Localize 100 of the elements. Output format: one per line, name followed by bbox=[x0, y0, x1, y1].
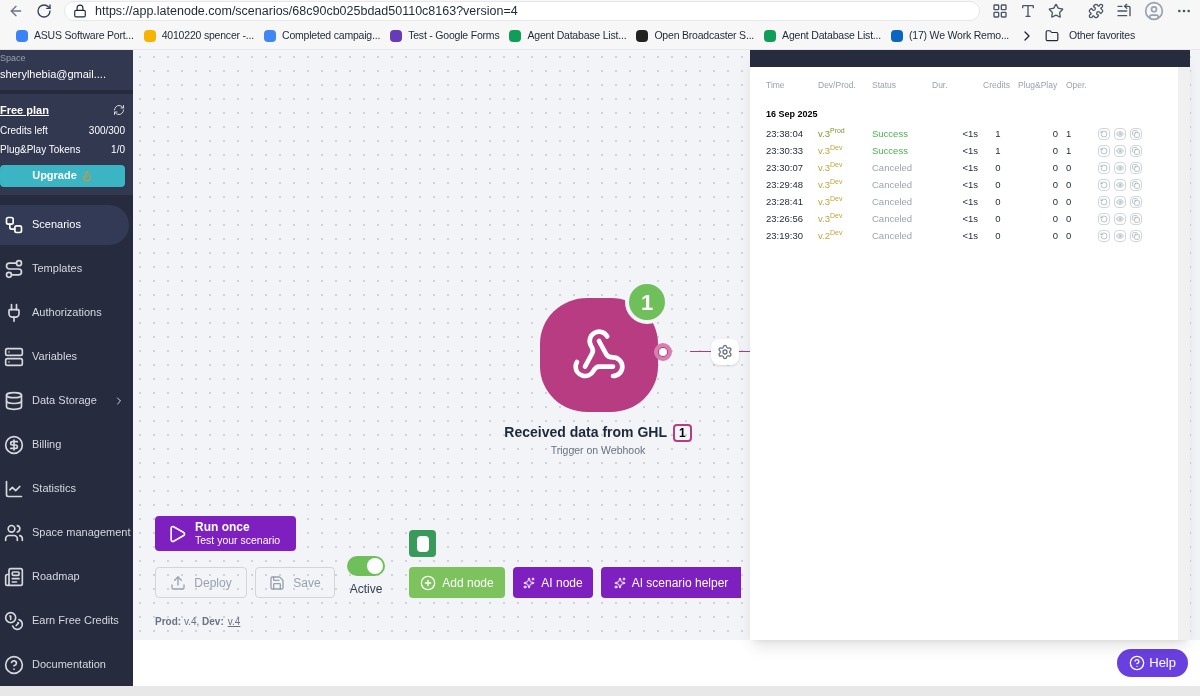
status-cell-text: Canceled bbox=[872, 160, 914, 175]
roadmap-icon bbox=[4, 566, 24, 587]
other-favorites[interactable]: Other favorites bbox=[1069, 27, 1135, 44]
ai-node-button[interactable]: AI node bbox=[513, 567, 593, 598]
version-cell-text: v.3$^{Prod}$ bbox=[818, 126, 846, 141]
operations-cell-text: 0 bbox=[1066, 177, 1073, 192]
sparkle-icon bbox=[613, 576, 626, 589]
extensions-icon[interactable] bbox=[1088, 3, 1104, 19]
dev-version-link[interactable]: v.4 bbox=[227, 614, 241, 629]
nav-item[interactable]: Statistics bbox=[0, 468, 129, 509]
bookmark[interactable]: Test - Google Forms bbox=[390, 27, 500, 44]
credits-cell-text: 0 bbox=[994, 160, 1002, 175]
copy-icon[interactable] bbox=[1130, 127, 1142, 140]
nav-item[interactable]: Scenarios bbox=[0, 204, 129, 245]
settings-button[interactable] bbox=[711, 339, 739, 365]
copy-icon[interactable] bbox=[1130, 178, 1142, 191]
play-icon bbox=[167, 523, 187, 544]
profile-icon[interactable] bbox=[1144, 1, 1164, 21]
status-cell-text: Canceled bbox=[872, 194, 914, 209]
plug-play-cell-text: 0 bbox=[1051, 194, 1059, 209]
plan-link[interactable]: Free plan bbox=[0, 102, 49, 119]
copy-icon[interactable] bbox=[1130, 229, 1142, 242]
plug-play-cell-text: 0 bbox=[1051, 177, 1059, 192]
nav-item[interactable]: Billing bbox=[0, 424, 129, 465]
view-icon[interactable] bbox=[1114, 161, 1126, 174]
folder-icon[interactable] bbox=[1045, 28, 1060, 43]
refresh-icon[interactable] bbox=[113, 104, 125, 117]
grid-icon[interactable] bbox=[992, 3, 1008, 19]
duration-cell-text: <1s bbox=[961, 143, 978, 158]
copy-icon[interactable] bbox=[1130, 195, 1142, 208]
nav-item[interactable]: Roadmap bbox=[0, 556, 129, 597]
storage-icon bbox=[4, 390, 24, 411]
back-icon[interactable] bbox=[8, 3, 24, 19]
version-info: Prod: v.4, Dev: bbox=[155, 615, 224, 629]
run-once-button[interactable]: Run once Test your scenario bbox=[155, 516, 296, 551]
credits-icon bbox=[4, 610, 24, 631]
gear-icon bbox=[717, 344, 733, 360]
view-icon[interactable] bbox=[1114, 127, 1126, 140]
bookmark[interactable]: Open Broadcaster S... bbox=[636, 27, 755, 44]
view-icon[interactable] bbox=[1114, 212, 1126, 225]
duration-cell-text: <1s bbox=[961, 194, 978, 209]
nav-label: Variables bbox=[32, 349, 78, 365]
nav-item[interactable]: Earn Free Credits bbox=[0, 600, 129, 641]
nav-item[interactable]: Data Storage bbox=[0, 380, 129, 421]
bookmark[interactable]: 4010220 spencer -... bbox=[143, 27, 254, 44]
duration-cell-text: <1s bbox=[961, 160, 978, 175]
view-icon[interactable] bbox=[1114, 229, 1126, 242]
nav-item[interactable]: Space management bbox=[0, 512, 129, 553]
bookmark[interactable]: Agent Database List... bbox=[764, 27, 881, 44]
templates-icon bbox=[4, 258, 24, 279]
nav-item[interactable]: Authorizations bbox=[0, 292, 129, 333]
copy-icon[interactable] bbox=[1130, 212, 1142, 225]
restart-icon[interactable] bbox=[1098, 195, 1110, 208]
refresh-icon[interactable] bbox=[36, 3, 52, 19]
bookmark[interactable]: Completed campaig... bbox=[264, 27, 381, 44]
operations-cell-text: 1 bbox=[1066, 126, 1073, 141]
restart-icon[interactable] bbox=[1098, 161, 1110, 174]
help-button[interactable]: Help bbox=[1117, 649, 1188, 677]
nav-label: Authorizations bbox=[32, 305, 102, 321]
output-port[interactable] bbox=[654, 343, 672, 361]
variables-icon bbox=[4, 346, 24, 367]
plus-icon bbox=[420, 574, 437, 591]
bookmark[interactable]: ASUS Software Port... bbox=[16, 27, 134, 44]
space-label: Space bbox=[0, 52, 27, 65]
view-icon[interactable] bbox=[1114, 195, 1126, 208]
address-bar[interactable]: https://app.latenode.com/scenarios/68c90cb025bdad50110c8163?version=4 bbox=[64, 1, 980, 21]
favorites-icon[interactable] bbox=[1116, 3, 1132, 19]
plug-play-cell-text: 0 bbox=[1051, 126, 1059, 141]
nav-item[interactable]: Variables bbox=[0, 336, 129, 377]
stat-label: Plug&Play Tokens bbox=[0, 142, 81, 157]
bookmark[interactable]: (17) We Work Remo... bbox=[891, 27, 1010, 44]
view-icon[interactable] bbox=[1114, 178, 1126, 191]
scrollbar[interactable] bbox=[1178, 67, 1190, 640]
ai-helper-button[interactable]: AI scenario helper bbox=[601, 567, 741, 598]
nav-item[interactable]: Documentation bbox=[0, 644, 129, 685]
operations-cell-text: 1 bbox=[1066, 143, 1073, 158]
active-toggle[interactable] bbox=[347, 555, 385, 576]
status-cell-text: Canceled bbox=[872, 211, 914, 226]
restart-icon[interactable] bbox=[1098, 144, 1110, 157]
credits-cell-text: 0 bbox=[994, 211, 1002, 226]
save-icon bbox=[269, 574, 286, 591]
stat-label: Credits left bbox=[0, 123, 48, 138]
nav-label: Earn Free Credits bbox=[32, 613, 119, 629]
restart-icon[interactable] bbox=[1098, 178, 1110, 191]
star-icon[interactable] bbox=[1048, 3, 1064, 19]
view-icon[interactable] bbox=[1114, 144, 1126, 157]
operations-cell-text: 0 bbox=[1066, 228, 1073, 243]
bookmark[interactable]: Agent Database List... bbox=[509, 27, 627, 44]
version-cell-text: v.3$^{Dev}$ bbox=[818, 194, 844, 209]
stat-value: 1/0 bbox=[111, 142, 125, 157]
restart-icon[interactable] bbox=[1098, 212, 1110, 225]
nav-item[interactable]: Templates bbox=[0, 248, 129, 289]
restart-icon[interactable] bbox=[1098, 127, 1110, 140]
column-header: Status bbox=[872, 79, 898, 92]
lock-icon bbox=[73, 4, 87, 18]
space-email[interactable]: sherylhebia@gmail.... bbox=[0, 65, 133, 82]
restart-icon[interactable] bbox=[1098, 229, 1110, 242]
copy-icon[interactable] bbox=[1130, 144, 1142, 157]
status-cell-text: Canceled bbox=[872, 177, 914, 192]
copy-icon[interactable] bbox=[1130, 161, 1142, 174]
